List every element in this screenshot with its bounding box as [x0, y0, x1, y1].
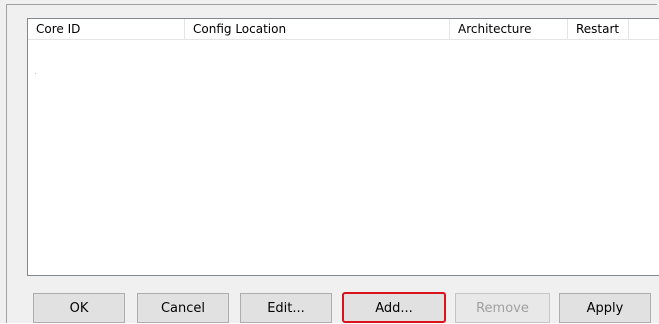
- column-header-config-location[interactable]: Config Location: [185, 19, 450, 39]
- column-header-extra[interactable]: [629, 19, 659, 39]
- apply-button[interactable]: Apply: [559, 293, 651, 323]
- list-header: Core ID Config Location Architecture Res…: [28, 19, 659, 40]
- edit-button[interactable]: Edit...: [240, 293, 332, 323]
- column-header-restart[interactable]: Restart: [568, 19, 629, 39]
- dialog-window: Core ID Config Location Architecture Res…: [0, 0, 659, 323]
- cancel-button[interactable]: Cancel: [137, 293, 229, 323]
- button-bar: OK Cancel Edit... Add... Remove Apply: [0, 292, 659, 323]
- ok-button[interactable]: OK: [33, 293, 125, 323]
- column-header-core-id[interactable]: Core ID: [28, 19, 185, 39]
- focus-dot: [35, 73, 36, 74]
- core-list-view[interactable]: Core ID Config Location Architecture Res…: [27, 18, 659, 276]
- list-body[interactable]: [28, 40, 659, 275]
- column-header-architecture[interactable]: Architecture: [450, 19, 568, 39]
- remove-button: Remove: [455, 293, 550, 323]
- add-button[interactable]: Add...: [342, 292, 446, 323]
